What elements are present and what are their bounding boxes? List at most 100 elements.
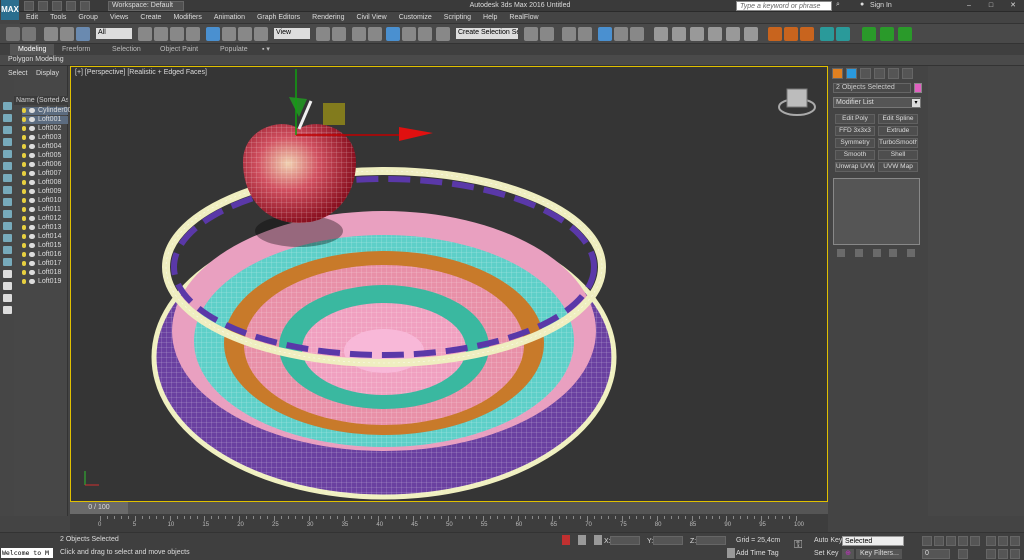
sign-in-link[interactable]: Sign In bbox=[870, 1, 892, 11]
light-bulb-icon[interactable] bbox=[22, 143, 26, 149]
visibility-icon[interactable] bbox=[29, 260, 35, 266]
save-icon[interactable] bbox=[52, 1, 62, 11]
configure-sets-icon[interactable] bbox=[907, 249, 915, 257]
ffd-button[interactable]: FFD 3x3x3 bbox=[835, 126, 875, 136]
key-mode-select[interactable]: Selected bbox=[842, 536, 904, 546]
helpers-filter-icon[interactable] bbox=[3, 186, 12, 194]
rendered-frame-window-icon[interactable] bbox=[672, 27, 686, 41]
visibility-icon[interactable] bbox=[29, 251, 35, 257]
list-item[interactable]: Loft009 bbox=[22, 188, 68, 196]
polygon-modeling-label[interactable]: Polygon Modeling bbox=[8, 56, 64, 63]
maximize-button[interactable]: □ bbox=[980, 0, 1002, 12]
new-icon[interactable] bbox=[24, 1, 34, 11]
visibility-icon[interactable] bbox=[29, 143, 35, 149]
list-item[interactable]: Loft016 bbox=[22, 251, 68, 259]
pin-stack-icon[interactable] bbox=[837, 249, 845, 257]
keyboard-shortcut-icon[interactable] bbox=[352, 27, 366, 41]
light-bulb-icon[interactable] bbox=[22, 134, 26, 140]
object-color-swatch[interactable] bbox=[914, 83, 922, 93]
render-production-icon[interactable] bbox=[690, 27, 704, 41]
edit-named-selection-icon[interactable] bbox=[436, 27, 450, 41]
list-item[interactable]: Loft007 bbox=[22, 170, 68, 178]
play-icon[interactable] bbox=[946, 536, 956, 546]
hidden-filter-icon[interactable] bbox=[3, 270, 12, 278]
light-bulb-icon[interactable] bbox=[22, 260, 26, 266]
render-cloud-icon[interactable] bbox=[744, 27, 758, 41]
open-icon[interactable] bbox=[38, 1, 48, 11]
undo-icon[interactable] bbox=[6, 27, 20, 41]
spinner-snap-icon[interactable] bbox=[418, 27, 432, 41]
track-bar[interactable]: 0 5 10 15 20 25 30 35 40 45 50 55 60 65 70 75 80 85 90 95 10… bbox=[70, 514, 828, 532]
manipulate-icon[interactable] bbox=[332, 27, 346, 41]
list-item[interactable]: Loft013 bbox=[22, 224, 68, 232]
select-and-move-icon[interactable] bbox=[206, 27, 220, 41]
space-warps-filter-icon[interactable] bbox=[3, 198, 12, 206]
realflow-object-icon[interactable] bbox=[800, 27, 814, 41]
realflow-daemon-icon[interactable] bbox=[784, 27, 798, 41]
time-config-icon[interactable] bbox=[958, 549, 968, 559]
window-crossing-icon[interactable] bbox=[186, 27, 200, 41]
visibility-icon[interactable] bbox=[29, 134, 35, 140]
modify-tab-icon[interactable] bbox=[846, 68, 857, 79]
edit-spline-button[interactable]: Edit Spline bbox=[878, 114, 918, 124]
current-frame-field[interactable]: 0 bbox=[922, 549, 950, 559]
link-icon[interactable] bbox=[44, 27, 58, 41]
realflow-emitter-icon[interactable] bbox=[768, 27, 782, 41]
render-setup-icon[interactable] bbox=[654, 27, 668, 41]
visibility-icon[interactable] bbox=[29, 161, 35, 167]
chevron-down-icon[interactable]: ▾ bbox=[912, 99, 920, 107]
align-icon[interactable] bbox=[540, 27, 554, 41]
display-none-icon[interactable] bbox=[3, 102, 12, 110]
visibility-icon[interactable] bbox=[29, 170, 35, 176]
visibility-icon[interactable] bbox=[29, 125, 35, 131]
named-selection-set-select[interactable]: Create Selection Se bbox=[456, 28, 518, 39]
material-editor-icon[interactable] bbox=[630, 27, 644, 41]
selection-lock-icon[interactable] bbox=[578, 535, 586, 545]
list-item[interactable]: Loft018 bbox=[22, 269, 68, 277]
orbit-icon[interactable] bbox=[1010, 549, 1020, 559]
visibility-icon[interactable] bbox=[29, 116, 35, 122]
light-bulb-icon[interactable] bbox=[22, 188, 26, 194]
visibility-icon[interactable] bbox=[29, 269, 35, 275]
realflow-import-icon[interactable] bbox=[898, 27, 912, 41]
list-item[interactable]: Loft017 bbox=[22, 260, 68, 268]
visibility-icon[interactable] bbox=[29, 188, 35, 194]
set-key-button[interactable]: Set Key bbox=[814, 550, 839, 557]
realflow-sim-icon[interactable] bbox=[862, 27, 876, 41]
z-coord-field[interactable] bbox=[696, 536, 726, 545]
redo-icon[interactable] bbox=[22, 27, 36, 41]
light-bulb-icon[interactable] bbox=[22, 242, 26, 248]
previous-frame-icon[interactable] bbox=[934, 536, 944, 546]
visibility-icon[interactable] bbox=[29, 224, 35, 230]
visibility-icon[interactable] bbox=[29, 233, 35, 239]
next-frame-icon[interactable] bbox=[958, 536, 968, 546]
list-item[interactable]: Loft019 bbox=[22, 278, 68, 286]
remove-modifier-icon[interactable] bbox=[889, 249, 897, 257]
time-slider[interactable]: 0 / 100 bbox=[70, 502, 128, 514]
menu-group[interactable]: Group bbox=[72, 12, 103, 24]
shapes-filter-icon[interactable] bbox=[3, 150, 12, 158]
display-invert-icon[interactable] bbox=[3, 126, 12, 134]
bind-space-warp-icon[interactable] bbox=[76, 27, 90, 41]
reference-coordinate-select[interactable]: View bbox=[274, 28, 310, 39]
display-all-icon[interactable] bbox=[3, 114, 12, 122]
light-bulb-icon[interactable] bbox=[22, 269, 26, 275]
zoom-icon[interactable] bbox=[986, 536, 996, 546]
render-iterative-icon[interactable] bbox=[708, 27, 722, 41]
select-object-icon[interactable] bbox=[138, 27, 152, 41]
select-by-name-icon[interactable] bbox=[154, 27, 168, 41]
schematic-view-icon[interactable] bbox=[614, 27, 628, 41]
visibility-icon[interactable] bbox=[29, 152, 35, 158]
list-item[interactable]: Loft004 bbox=[22, 143, 68, 151]
light-bulb-icon[interactable] bbox=[22, 233, 26, 239]
auto-key-button[interactable]: Auto Key bbox=[814, 537, 842, 544]
layer-explorer-icon[interactable] bbox=[562, 27, 576, 41]
tab-populate[interactable]: Populate bbox=[220, 44, 248, 55]
tab-freeform[interactable]: Freeform bbox=[62, 44, 90, 55]
light-bulb-icon[interactable] bbox=[22, 179, 26, 185]
select-and-place-icon[interactable] bbox=[254, 27, 268, 41]
pan-icon[interactable] bbox=[998, 549, 1008, 559]
realflow-export-icon[interactable] bbox=[880, 27, 894, 41]
zoom-all-icon[interactable] bbox=[998, 536, 1008, 546]
set-keys-icon[interactable]: ⊕ bbox=[842, 549, 854, 559]
